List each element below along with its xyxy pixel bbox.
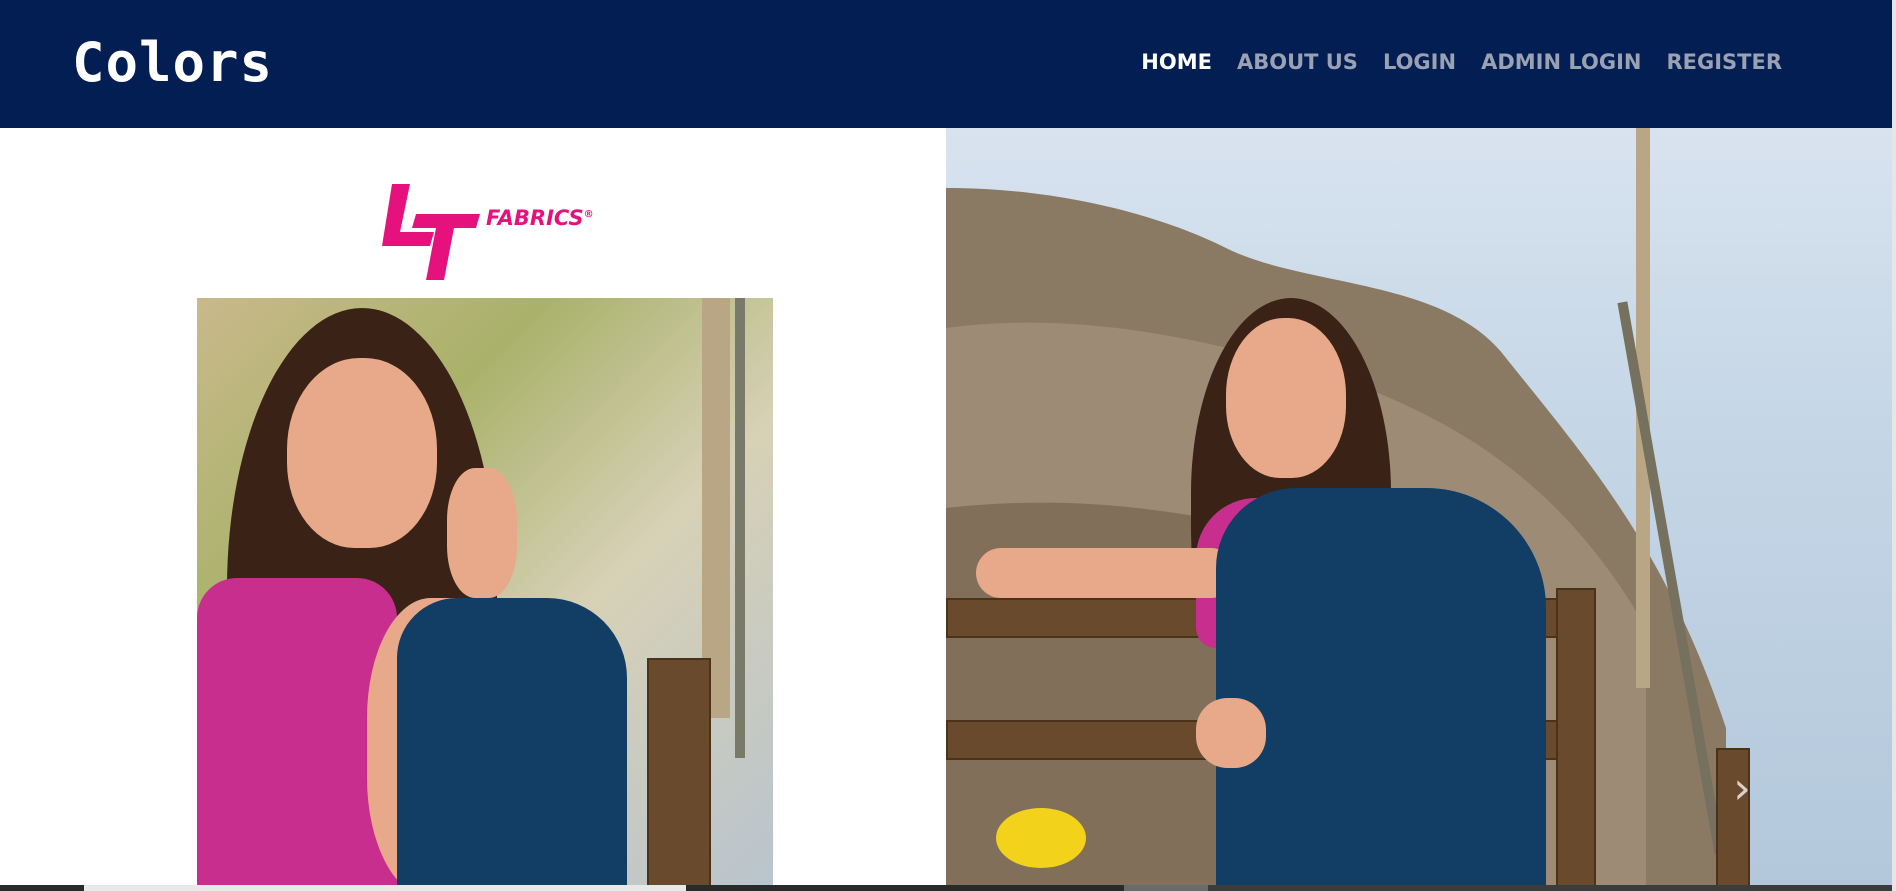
logo-fabrics-text: FABRICS® <box>486 206 594 230</box>
chevron-right-icon[interactable]: › <box>1722 764 1762 814</box>
lt-fabrics-logo: FABRICS® <box>382 184 602 282</box>
carousel-slide-left: FABRICS® <box>0 128 946 885</box>
nav-login[interactable]: LOGIN <box>1383 48 1456 76</box>
yellow-flowers <box>996 808 1086 868</box>
hero-carousel: FABRICS® › <box>0 128 1892 885</box>
carousel-indicator-4[interactable] <box>1124 885 1208 891</box>
model-photo-right: › <box>946 128 1892 885</box>
brand-logo[interactable]: Colors <box>72 28 273 98</box>
carousel-indicator-3[interactable] <box>686 885 1124 891</box>
nav-home[interactable]: HOME <box>1141 48 1212 76</box>
nav-admin-login[interactable]: ADMIN LOGIN <box>1481 48 1641 76</box>
nav-about-us[interactable]: ABOUT US <box>1237 48 1358 76</box>
main-nav: HOME ABOUT US LOGIN ADMIN LOGIN REGISTER <box>1116 48 1782 76</box>
top-navbar: Colors HOME ABOUT US LOGIN ADMIN LOGIN R… <box>0 0 1892 128</box>
carousel-indicators <box>0 885 1892 891</box>
nav-register[interactable]: REGISTER <box>1666 48 1782 76</box>
lt-logo-mark-icon <box>382 184 480 280</box>
model-photo-left <box>197 298 773 885</box>
scrollbar[interactable] <box>1892 0 1896 891</box>
carousel-indicator-2[interactable] <box>84 885 686 891</box>
carousel-indicator-1[interactable] <box>0 885 84 891</box>
